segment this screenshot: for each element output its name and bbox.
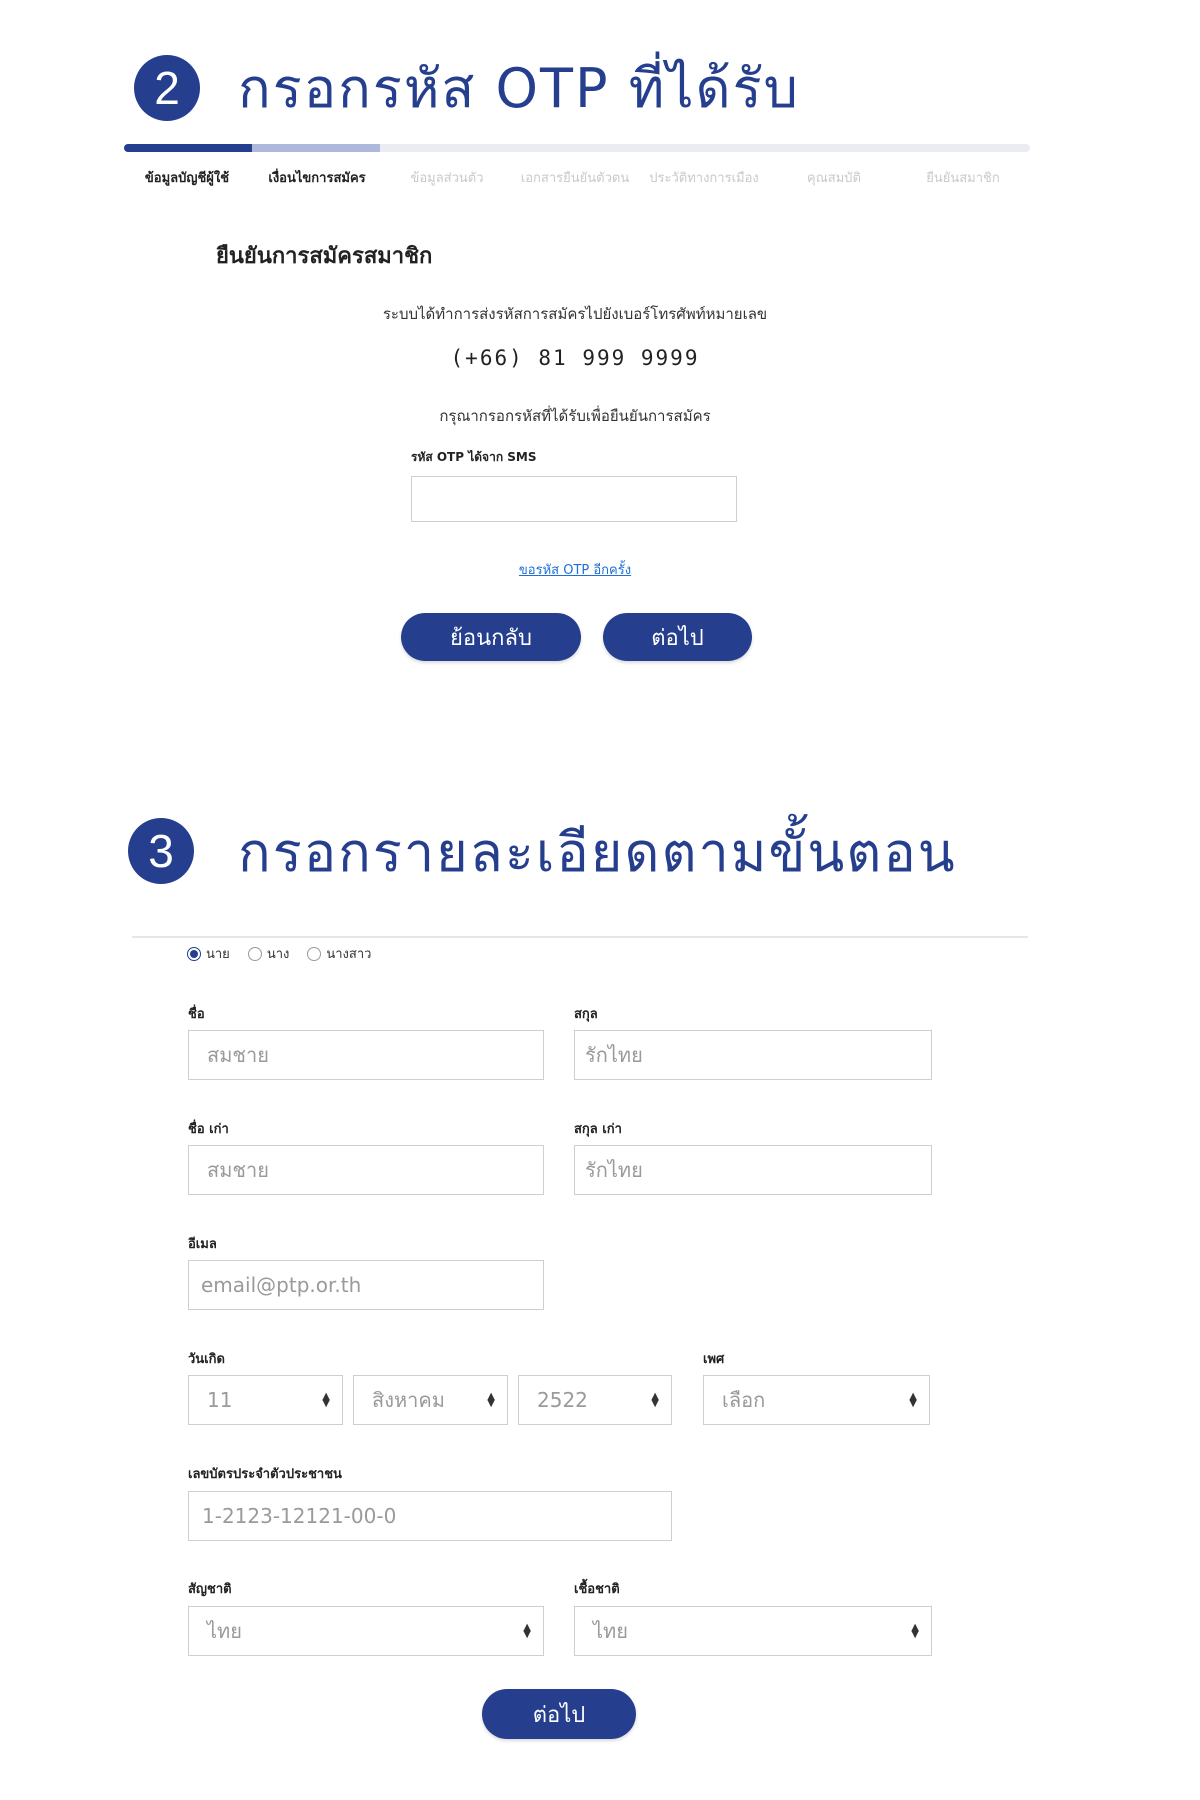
- gender-value: เลือก: [722, 1388, 766, 1412]
- otp-field-label: รหัส OTP ได้จาก SMS: [411, 450, 537, 464]
- otp-instruction: กรุณากรอกรหัสที่ได้รับเพื่อยืนยันการสมัค…: [439, 407, 711, 425]
- back-button[interactable]: ย้อนกลับ: [401, 613, 581, 661]
- email-input[interactable]: email@ptp.or.th: [188, 1260, 544, 1310]
- nationality-select[interactable]: ไทย ▲ ▼: [188, 1606, 544, 1656]
- radio-circle[interactable]: [247, 946, 262, 961]
- last-name-input[interactable]: รักไทย: [574, 1030, 932, 1080]
- radio-miss[interactable]: นางสาว: [307, 943, 371, 964]
- old-first-name-label: ชื่อ เก่า: [188, 1122, 229, 1137]
- title-radio-group: นาย นาง นางสาว: [187, 943, 371, 964]
- radio-circle[interactable]: [307, 946, 322, 961]
- card-title: ยืนยันการสมัครสมาชิก: [216, 244, 433, 269]
- registration-progress-bar: [124, 144, 1030, 152]
- birth-month-value: สิงหาคม: [372, 1388, 445, 1412]
- birth-month-select[interactable]: สิงหาคม ▲ ▼: [353, 1375, 508, 1425]
- email-label: อีเมล: [188, 1237, 217, 1252]
- resend-otp-link[interactable]: ขอรหัส OTP อีกครั้ง: [0, 559, 1150, 580]
- step-label-political-history: ประวัติทางการเมือง: [649, 171, 759, 186]
- step-label-terms: เงื่อนไขการสมัคร: [268, 171, 366, 186]
- birth-year-value: 2522: [537, 1388, 588, 1412]
- radio-circle-checked[interactable]: [187, 946, 201, 961]
- select-arrows-icon: ▲ ▼: [322, 1391, 330, 1409]
- radio-mrs[interactable]: นาง: [247, 943, 290, 964]
- old-first-name-input[interactable]: สมชาย: [188, 1145, 544, 1195]
- select-arrows-icon: ▲ ▼: [911, 1622, 919, 1640]
- otp-input[interactable]: [411, 476, 737, 522]
- otp-next-button[interactable]: ต่อไป: [603, 613, 752, 661]
- step-label-account: ข้อมูลบัญชีผู้ใช้: [144, 171, 230, 186]
- radio-label: นาง: [266, 947, 290, 962]
- first-name-label: ชื่อ: [188, 1007, 205, 1022]
- old-last-name-label: สกุล เก่า: [574, 1122, 622, 1137]
- step-number-badge: 3: [128, 818, 194, 884]
- nationality-label: สัญชาติ: [188, 1582, 232, 1597]
- step-label-qualifications: คุณสมบัติ: [807, 171, 861, 186]
- id-card-label: เลขบัตรประจำตัวประชาชน: [188, 1467, 342, 1482]
- birth-day-select[interactable]: 11 ▲ ▼: [188, 1375, 343, 1425]
- select-arrows-icon: ▲ ▼: [651, 1391, 659, 1409]
- select-arrows-icon: ▲ ▼: [909, 1391, 917, 1409]
- phone-number: (+66) 81 999 9999: [450, 346, 700, 370]
- select-arrows-icon: ▲ ▼: [487, 1391, 495, 1409]
- birthdate-label: วันเกิด: [188, 1352, 225, 1367]
- nationality-value: ไทย: [207, 1619, 242, 1643]
- ethnicity-select[interactable]: ไทย ▲ ▼: [574, 1606, 932, 1656]
- radio-label: นาย: [206, 947, 230, 962]
- gender-select[interactable]: เลือก ▲ ▼: [703, 1375, 930, 1425]
- birth-day-value: 11: [207, 1388, 233, 1412]
- form-divider: [132, 936, 1028, 938]
- progress-current: [252, 144, 380, 152]
- first-name-input[interactable]: สมชาย: [188, 1030, 544, 1080]
- select-arrows-icon: ▲ ▼: [523, 1622, 531, 1640]
- step-number-badge: 2: [134, 55, 200, 121]
- section-heading-otp: กรอกรหัส OTP ที่ได้รับ: [238, 57, 800, 120]
- radio-label: นางสาว: [326, 947, 372, 962]
- otp-sent-message: ระบบได้ทำการส่งรหัสการสมัครไปยังเบอร์โทร…: [382, 305, 768, 323]
- step-label-confirm-member: ยืนยันสมาชิก: [926, 171, 1000, 186]
- last-name-label: สกุล: [574, 1007, 598, 1022]
- birth-year-select[interactable]: 2522 ▲ ▼: [518, 1375, 672, 1425]
- progress-completed: [124, 144, 252, 152]
- old-last-name-input[interactable]: รักไทย: [574, 1145, 932, 1195]
- section-heading-form: กรอกรายละเอียดตามขั้นตอน: [238, 821, 957, 884]
- step-label-personal-info: ข้อมูลส่วนตัว: [410, 171, 484, 186]
- id-card-input[interactable]: 1-2123-12121-00-0: [188, 1491, 672, 1541]
- step-label-identity-docs: เอกสารยืนยันตัวตน: [520, 171, 630, 186]
- radio-mr[interactable]: นาย: [187, 943, 230, 964]
- gender-label: เพศ: [703, 1352, 725, 1367]
- ethnicity-value: ไทย: [593, 1619, 628, 1643]
- ethnicity-label: เชื้อชาติ: [574, 1582, 620, 1597]
- form-next-button[interactable]: ต่อไป: [482, 1689, 636, 1739]
